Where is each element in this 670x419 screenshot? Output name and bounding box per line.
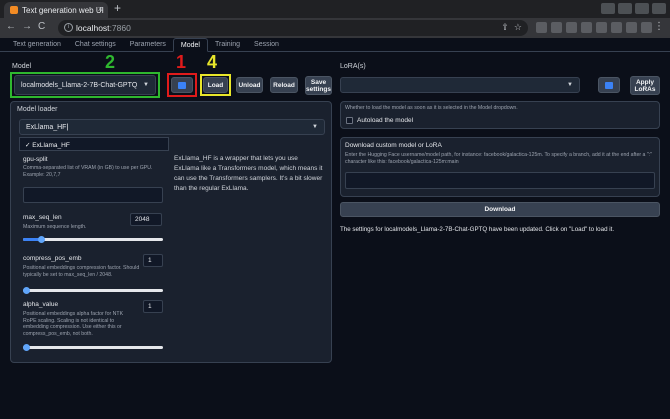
gpu-split-input[interactable] <box>23 187 163 203</box>
load-button[interactable]: Load <box>203 77 228 93</box>
reload-icon[interactable]: C <box>38 21 45 32</box>
info-icon[interactable]: i <box>64 23 73 32</box>
max-seq-len-field: max_seq_len Maximum sequence length. <box>23 214 133 231</box>
download-title: Download custom model or LoRA <box>345 142 442 149</box>
refresh-model-button[interactable] <box>171 77 193 93</box>
model-label: Model <box>12 63 32 70</box>
download-help: Enter the Hugging Face username/model pa… <box>345 152 652 165</box>
tab-session[interactable]: Session <box>247 38 286 52</box>
refresh-lora-button[interactable] <box>598 77 620 93</box>
model-loader-dropdown: ✓ ExLlama_HF <box>19 137 169 151</box>
star-icon[interactable]: ☆ <box>514 22 522 33</box>
forward-icon[interactable]: → <box>22 21 32 32</box>
reload-button[interactable]: Reload <box>270 77 298 93</box>
alpha-value-slider[interactable] <box>23 344 163 351</box>
app-tab-bar: Text generation Chat settings Parameters… <box>0 38 670 52</box>
tab-parameters[interactable]: Parameters <box>123 38 173 52</box>
annotation-number-1: 1 <box>176 52 187 72</box>
apply-loras-button[interactable]: Apply LoRAs <box>630 76 660 95</box>
extension-icons <box>536 22 652 33</box>
lora-select[interactable]: ▼ <box>340 77 580 93</box>
save-settings-button[interactable]: Save settings <box>305 76 332 95</box>
tab-text-generation[interactable]: Text generation <box>6 38 68 52</box>
autoload-checkbox[interactable] <box>346 117 353 124</box>
compress-pos-emb-title: compress_pos_emb <box>23 255 82 262</box>
alpha-value-title: alpha_value <box>23 301 59 308</box>
chevron-down-icon: ▼ <box>143 82 149 88</box>
alpha-value-slider-handle[interactable] <box>23 344 30 351</box>
max-seq-len-slider[interactable] <box>23 236 163 243</box>
compress-pos-emb-slider-handle[interactable] <box>23 287 30 294</box>
url-port: :7860 <box>109 23 131 33</box>
loader-description: ExLlama_HF is a wrapper that lets you us… <box>174 155 323 192</box>
gpu-split-help: Comma-separated list of VRAM (in GB) to … <box>23 165 153 178</box>
url-host: localhost <box>76 23 110 33</box>
share-icon[interactable]: ⇪ <box>501 22 509 33</box>
tab-model[interactable]: Model <box>172 38 208 52</box>
download-path-input[interactable] <box>345 172 655 189</box>
lora-label: LoRA(s) <box>340 63 366 70</box>
browser-tab-bar: Text generation web UI × + <box>0 0 670 18</box>
tab-training[interactable]: Training <box>208 38 247 52</box>
close-icon[interactable]: × <box>98 4 103 14</box>
alpha-value-number[interactable]: 1 <box>143 300 163 313</box>
browser-tab[interactable]: Text generation web UI × <box>4 2 108 18</box>
address-bar[interactable]: i localhost:7860 ⇪ ☆ <box>58 20 528 36</box>
chevron-down-icon: ▼ <box>312 124 318 130</box>
max-seq-len-help: Maximum sequence length. <box>23 224 87 230</box>
compress-pos-emb-field: compress_pos_emb Positional embeddings c… <box>23 255 148 278</box>
refresh-icon <box>605 81 613 89</box>
compress-pos-emb-help: Positional embeddings compression factor… <box>23 265 140 278</box>
alpha-value-help: Positional embeddings alpha factor for N… <box>23 311 124 337</box>
browser-menu-icon[interactable]: ⋮ <box>654 21 664 32</box>
blurred-window-controls <box>601 3 666 14</box>
text-cursor: | <box>66 123 69 131</box>
compress-pos-emb-slider[interactable] <box>23 287 163 294</box>
model-select[interactable]: localmodels_Llama-2-7B-Chat-GPTQ ▼ <box>14 75 156 95</box>
browser-nav-bar: ← → C i localhost:7860 ⇪ ☆ ⋮ <box>0 18 670 38</box>
model-loader-label: Model loader <box>17 106 58 113</box>
autoload-help: Whether to load the model as soon as it … <box>345 105 518 111</box>
max-seq-len-number[interactable]: 2048 <box>130 213 162 226</box>
annotation-number-4: 4 <box>207 52 218 72</box>
address-bar-icons: ⇪ ☆ <box>501 22 522 33</box>
model-loader-select[interactable]: ExLlama_HF | ▼ <box>19 119 325 135</box>
unload-button[interactable]: Unload <box>236 77 263 93</box>
download-button[interactable]: Download <box>340 202 660 217</box>
tab-chat-settings[interactable]: Chat settings <box>68 38 123 52</box>
gpu-split-field: gpu-split Comma-separated list of VRAM (… <box>23 156 163 178</box>
model-loader-value: ExLlama_HF <box>26 123 67 131</box>
annotation-number-2: 2 <box>105 52 116 72</box>
new-tab-icon[interactable]: + <box>114 1 121 15</box>
compress-pos-emb-number[interactable]: 1 <box>143 254 163 267</box>
refresh-icon <box>178 81 186 89</box>
status-message: The settings for localmodels_Llama-2-7B-… <box>340 226 615 233</box>
dropdown-option-exllama-hf[interactable]: ✓ ExLlama_HF <box>25 142 70 149</box>
browser-tab-title: Text generation web UI <box>22 6 104 15</box>
gpu-split-title: gpu-split <box>23 156 48 163</box>
alpha-value-field: alpha_value Positional embeddings alpha … <box>23 301 135 337</box>
back-icon[interactable]: ← <box>6 21 16 32</box>
favicon-icon <box>10 6 18 14</box>
max-seq-len-title: max_seq_len <box>23 214 62 221</box>
model-select-value: localmodels_Llama-2-7B-Chat-GPTQ <box>21 81 138 89</box>
autoload-label: Autoload the model <box>357 117 414 124</box>
chevron-down-icon: ▼ <box>567 82 573 88</box>
